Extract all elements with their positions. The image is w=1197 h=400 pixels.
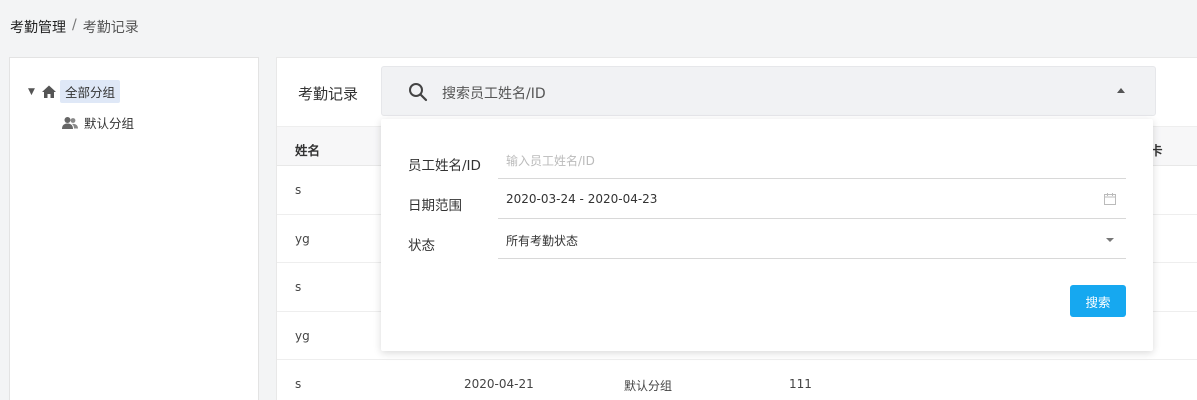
cell-name: yg: [295, 231, 310, 246]
search-button[interactable]: 搜索: [1070, 285, 1126, 317]
search-bar[interactable]: 搜索员工姓名/ID: [381, 66, 1156, 116]
date-range-label: 日期范围: [408, 198, 462, 214]
tree-item-label[interactable]: 默认分组: [84, 113, 134, 132]
tree-item-default-group[interactable]: 默认分组: [62, 113, 134, 132]
breadcrumb: 考勤管理 / 考勤记录: [10, 17, 139, 37]
home-icon: [42, 85, 56, 98]
tree-item-all-groups[interactable]: ▼ 全部分组: [28, 80, 121, 103]
cell-name: s: [295, 280, 302, 294]
chevron-down-icon[interactable]: [1106, 238, 1114, 242]
cell-name: s: [295, 183, 302, 197]
tree-item-label[interactable]: 全部分组: [60, 80, 121, 103]
search-icon: [409, 83, 428, 102]
cell-name: s: [295, 377, 302, 391]
status-value[interactable]: 所有考勤状态: [506, 232, 578, 249]
filter-panel: 员工姓名/ID 输入员工姓名/ID 日期范围 2020-03-24 - 2020…: [381, 119, 1153, 351]
page-title: 考勤记录: [298, 85, 359, 103]
employee-field[interactable]: 输入员工姓名/ID: [498, 139, 1126, 179]
date-range-value[interactable]: 2020-03-24 - 2020-04-23: [506, 192, 657, 206]
calendar-icon[interactable]: [1104, 193, 1116, 205]
search-input[interactable]: 搜索员工姓名/ID: [442, 83, 546, 103]
date-range-field[interactable]: 2020-03-24 - 2020-04-23: [498, 179, 1126, 219]
employee-label: 员工姓名/ID: [408, 158, 481, 174]
caret-down-icon[interactable]: ▼: [28, 87, 40, 97]
breadcrumb-current: 考勤记录: [82, 20, 139, 36]
status-label: 状态: [408, 238, 435, 254]
cell-group: 默认分组: [624, 379, 673, 393]
status-select[interactable]: 所有考勤状态: [498, 219, 1126, 259]
breadcrumb-root[interactable]: 考勤管理: [10, 17, 66, 37]
cell-name: yg: [295, 328, 310, 343]
users-icon: [62, 116, 78, 129]
group-tree-panel: ▼ 全部分组 默认分组: [9, 57, 259, 400]
cell-value: 111: [789, 377, 812, 391]
table-row[interactable]: s 2020-04-21 默认分组 111: [277, 360, 1197, 400]
breadcrumb-separator: /: [72, 17, 77, 33]
column-header-name: 姓名: [295, 143, 321, 158]
caret-up-icon[interactable]: [1117, 88, 1125, 93]
cell-date: 2020-04-21: [464, 377, 534, 391]
employee-input-placeholder[interactable]: 输入员工姓名/ID: [506, 152, 595, 169]
